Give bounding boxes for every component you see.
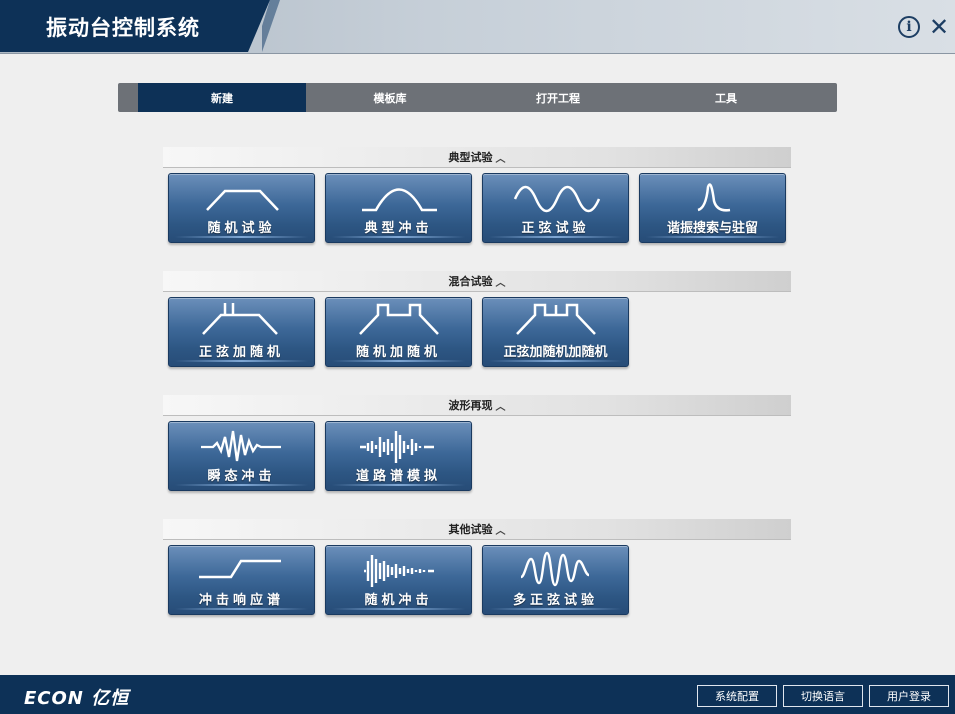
tab-bar: 新建 模板库 打开工程 工具 [118,83,837,112]
system-config-button[interactable]: 系统配置 [697,685,777,707]
tile-label: 冲击响应谱 [198,593,284,608]
tile-random-shock[interactable]: 随机冲击 [325,545,472,615]
tile-label: 随机试验 [207,221,276,236]
section-title: 混合试验 [448,275,493,288]
sine-random-random-icon [516,303,596,335]
tab-tools[interactable]: 工具 [642,83,810,112]
tile-label: 随机加随机 [355,345,441,360]
transient-wave-icon [201,430,281,462]
tile-label: 正弦加随机加随机 [503,345,608,360]
tile-label: 瞬态冲击 [207,469,276,484]
sine-wave-icon [513,185,601,213]
tile-sine-on-random[interactable]: 正弦加随机 [168,297,315,367]
tile-random-test[interactable]: 随机试验 [168,173,315,243]
section-title: 波形再现 [448,399,493,412]
section-title: 其他试验 [448,523,493,536]
econ-logo: ECON 亿恒 [24,688,130,709]
tile-resonance-search[interactable]: 谐振搜索与驻留 [639,173,786,243]
tab-new[interactable]: 新建 [138,83,306,112]
sine-on-random-icon [202,303,278,335]
app-title: 振动台控制系统 [46,16,200,40]
title-bar: 振动台控制系统 i ✕ [0,0,955,54]
tile-sine-test[interactable]: 正弦试验 [482,173,629,243]
tab-template-library[interactable]: 模板库 [306,83,474,112]
chevron-up-icon: ︿ [495,153,506,165]
half-sine-icon [362,188,437,212]
random-on-random-icon [359,303,439,335]
footer-bar: ECON 亿恒 系统配置 切换语言 用户登录 [0,675,955,714]
section-title: 典型试验 [448,151,493,164]
chevron-up-icon: ︿ [495,525,506,537]
tile-random-on-random[interactable]: 随机加随机 [325,297,472,367]
tile-label: 多正弦试验 [512,593,598,608]
section-header-typical[interactable]: 典型试验 ︿ [163,147,791,168]
random-shock-icon [364,555,434,587]
close-icon[interactable]: ✕ [928,15,950,39]
tile-multi-sine[interactable]: 多正弦试验 [482,545,629,615]
tile-sine-random-random[interactable]: 正弦加随机加随机 [482,297,629,367]
user-login-button[interactable]: 用户登录 [869,685,949,707]
tile-label: 随机冲击 [364,593,433,608]
tile-label: 典型冲击 [364,221,433,236]
chevron-up-icon: ︿ [495,277,506,289]
tile-classical-shock[interactable]: 典型冲击 [325,173,472,243]
section-header-mixed[interactable]: 混合试验 ︿ [163,271,791,292]
tile-road-spectrum[interactable]: 道路谱模拟 [325,421,472,491]
chevron-up-icon: ︿ [495,401,506,413]
section-header-other[interactable]: 其他试验 ︿ [163,519,791,540]
multi-sine-icon [520,551,590,587]
tile-shock-response-spectrum[interactable]: 冲击响应谱 [168,545,315,615]
tile-label: 谐振搜索与驻留 [666,221,758,236]
resonance-peak-icon [697,183,731,212]
tab-open-project[interactable]: 打开工程 [474,83,642,112]
tile-transient-shock[interactable]: 瞬态冲击 [168,421,315,491]
tile-label: 正弦试验 [521,221,590,236]
tile-label: 道路谱模拟 [355,469,441,484]
random-trapezoid-icon [206,189,279,211]
switch-language-button[interactable]: 切换语言 [783,685,863,707]
info-icon[interactable]: i [898,16,920,38]
shock-response-icon [199,559,281,579]
section-header-waveform[interactable]: 波形再现 ︿ [163,395,791,416]
road-spectrum-icon [360,431,434,463]
tile-label: 正弦加随机 [198,345,284,360]
